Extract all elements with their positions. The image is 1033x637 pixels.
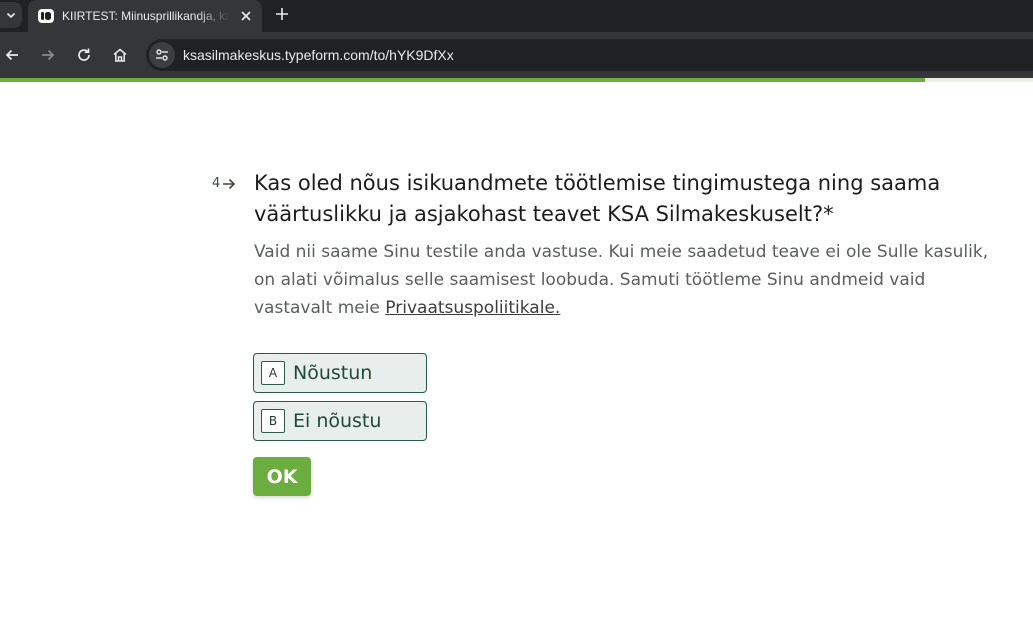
forward-button[interactable] [36,43,60,67]
privacy-policy-link[interactable]: Privaatsuspoliitikale. [385,298,560,318]
form-progress-bar [0,78,1033,82]
typeform-icon [38,8,54,24]
choice-label-a: Nõustun [293,362,373,384]
browser-toolbar: ksasilmakeskus.typeform.com/to/hYK9DfXx [0,32,1033,78]
tab-search-button[interactable] [0,2,22,28]
new-tab-button[interactable] [272,4,292,24]
question-number-text: 4 [212,176,221,191]
site-info-button[interactable] [149,42,175,68]
close-icon [241,11,251,21]
home-button[interactable] [108,43,132,67]
choice-key-a: A [261,361,285,385]
url-text[interactable]: ksasilmakeskus.typeform.com/to/hYK9DfXx [183,47,454,63]
form-progress-fill [0,78,925,82]
choice-key-b: B [261,409,285,433]
question-title: Kas oled nõus isikuandmete töötlemise ti… [254,171,941,226]
address-bar[interactable]: ksasilmakeskus.typeform.com/to/hYK9DfXx [146,39,1033,71]
tab-close-button[interactable] [238,8,254,24]
home-icon [113,48,127,62]
question-description: Vaid nii saame Sinu testile anda vastuse… [254,238,994,322]
ok-button[interactable]: OK [253,457,311,496]
reload-icon [78,48,90,61]
reload-button[interactable] [72,43,96,67]
question-description-text: Vaid nii saame Sinu testile anda vastuse… [254,242,989,318]
browser-tab[interactable]: KIIRTEST: Miinusprillikandja, kas [28,0,262,32]
chevron-down-icon [6,12,16,19]
choice-option-b[interactable]: B Ei nõustu [253,401,427,441]
back-button[interactable] [0,43,24,67]
choice-label-b: Ei nõustu [293,410,382,432]
plus-icon [276,8,288,20]
forward-arrow-icon [42,49,55,61]
back-arrow-icon [5,49,18,61]
site-settings-icon [156,49,168,61]
question-number: 4 [212,176,236,191]
tab-strip: KIIRTEST: Miinusprillikandja, kas [0,0,1033,32]
choice-option-a[interactable]: A Nõustun [253,353,427,393]
right-arrow-icon [222,178,236,190]
tab-title: KIIRTEST: Miinusprillikandja, kas [62,9,230,23]
